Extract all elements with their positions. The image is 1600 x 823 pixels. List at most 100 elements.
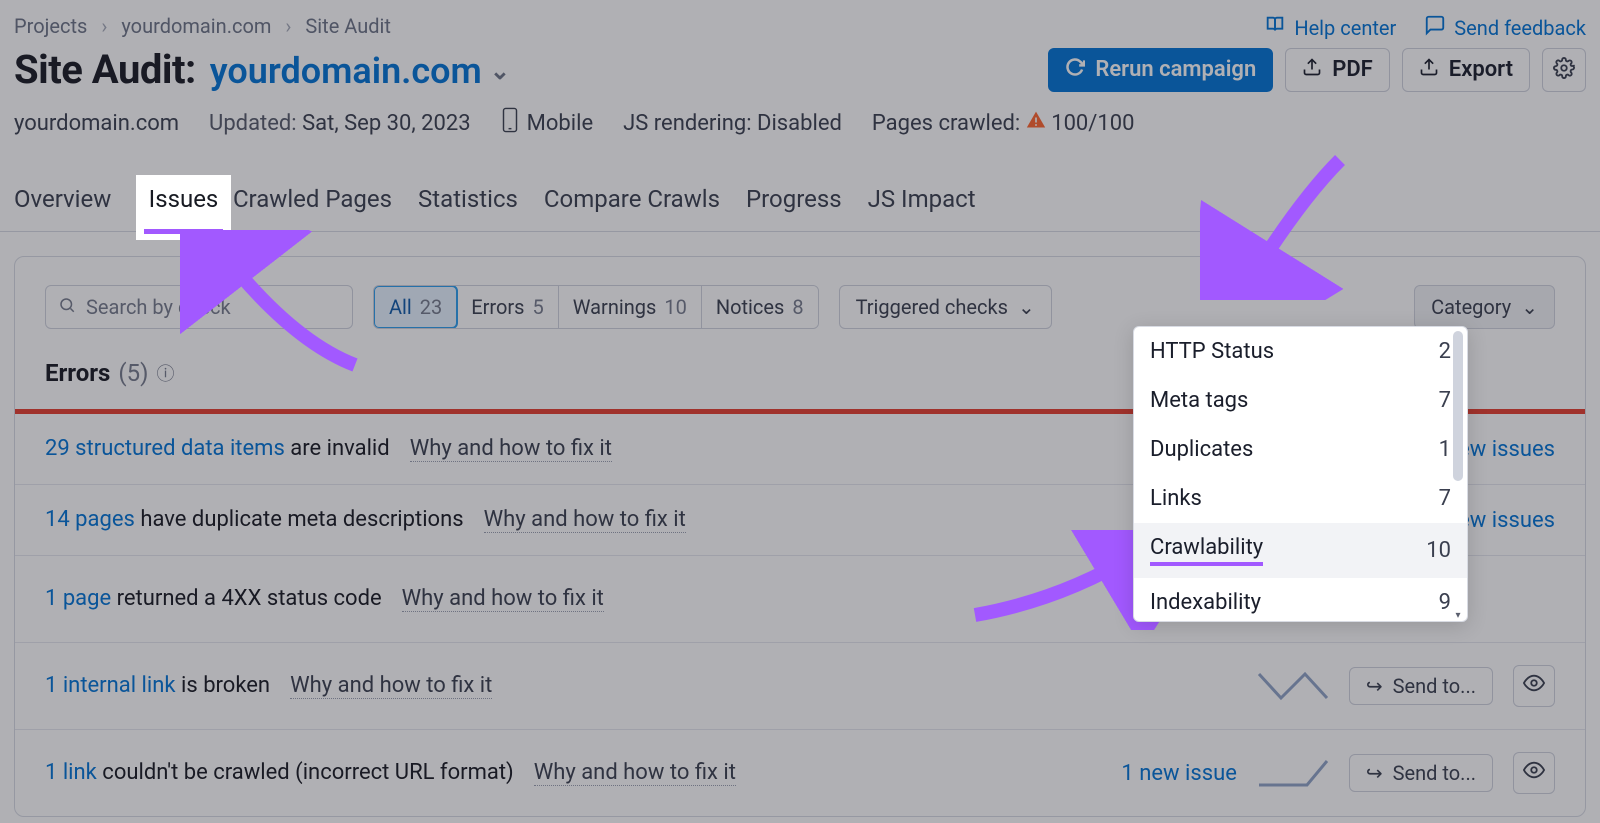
send-feedback-label: Send feedback (1454, 16, 1586, 40)
filter-errors-label: Errors (471, 295, 524, 319)
send-to-label: Send to... (1393, 674, 1476, 698)
hide-button[interactable] (1513, 752, 1555, 794)
pages-crawled-label: Pages crawled: (872, 111, 1020, 136)
category-item-duplicates[interactable]: Duplicates 1 (1134, 425, 1467, 474)
tab-issues-label: Issues (149, 185, 219, 213)
js-rendering: JS rendering: Disabled (623, 111, 842, 136)
tab-progress[interactable]: Progress (746, 179, 842, 231)
send-to-label: Send to... (1393, 761, 1476, 785)
category-item-indexability[interactable]: Indexability 9 (1134, 578, 1467, 621)
why-link[interactable]: Why and how to fix it (402, 586, 604, 612)
page-title: Site Audit: (14, 46, 196, 93)
category-item-label: Meta tags (1150, 388, 1248, 413)
why-link[interactable]: Why and how to fix it (290, 673, 492, 699)
category-scrollbar[interactable]: ▾ (1451, 331, 1465, 617)
share-icon: ↪ (1366, 674, 1383, 698)
domain-selector-label: yourdomain.com (210, 50, 482, 92)
warning-icon (1026, 111, 1051, 136)
why-link[interactable]: Why and how to fix it (534, 760, 736, 786)
filter-notices[interactable]: Notices 8 (702, 286, 818, 328)
breadcrumb-domain[interactable]: yourdomain.com (121, 14, 271, 38)
tab-statistics[interactable]: Statistics (418, 179, 518, 231)
filter-warnings-label: Warnings (573, 295, 657, 319)
category-item-label: HTTP Status (1150, 339, 1274, 364)
upload-icon (1302, 57, 1322, 83)
pdf-button[interactable]: PDF (1285, 48, 1390, 92)
filter-notices-count: 8 (792, 295, 803, 319)
scrollbar-thumb[interactable] (1453, 331, 1463, 481)
pages-crawled-value: 100/100 (1051, 111, 1134, 136)
filter-warnings-count: 10 (664, 295, 686, 319)
chevron-down-icon: ⌄ (490, 57, 510, 85)
search-input[interactable]: Search by check (45, 285, 353, 329)
section-count: (5) (118, 359, 148, 387)
category-item-label: Links (1150, 486, 1202, 511)
category-item-meta-tags[interactable]: Meta tags 7 (1134, 376, 1467, 425)
category-item-label: Duplicates (1150, 437, 1253, 462)
upload-icon (1419, 57, 1439, 83)
breadcrumb-projects[interactable]: Projects (14, 14, 87, 38)
tab-js-impact[interactable]: JS Impact (868, 179, 976, 231)
tab-overview[interactable]: Overview (14, 179, 111, 231)
breadcrumb-current: Site Audit (305, 14, 391, 38)
updated-label: Updated: (209, 111, 297, 136)
triggered-checks-dropdown[interactable]: Triggered checks ⌄ (839, 285, 1052, 329)
category-popup: HTTP Status 2 Meta tags 7 Duplicates 1 L… (1133, 326, 1468, 622)
category-item-crawlability[interactable]: Crawlability 10 (1134, 523, 1467, 578)
refresh-icon (1065, 57, 1085, 83)
category-item-label: Indexability (1150, 590, 1261, 615)
tab-compare-crawls[interactable]: Compare Crawls (544, 179, 720, 231)
pdf-label: PDF (1332, 57, 1373, 82)
filter-warnings[interactable]: Warnings 10 (559, 286, 702, 328)
export-label: Export (1449, 57, 1513, 82)
issue-text: are invalid (290, 436, 389, 461)
issue-link[interactable]: 14 pages (45, 507, 135, 532)
issue-link[interactable]: 29 structured data items (45, 436, 285, 461)
issue-link[interactable]: 1 page (45, 586, 111, 611)
send-feedback-link[interactable]: Send feedback (1424, 14, 1586, 41)
send-to-button[interactable]: ↪ Send to... (1349, 754, 1493, 792)
filter-all-count: 23 (420, 295, 442, 319)
meta-domain: yourdomain.com (14, 111, 179, 136)
severity-filter: All 23 Errors 5 Warnings 10 Notices 8 (373, 285, 819, 329)
section-title: Errors (45, 359, 110, 387)
issue-row: 1 link couldn't be crawled (incorrect UR… (15, 730, 1585, 816)
category-label: Category (1431, 295, 1511, 319)
filter-errors[interactable]: Errors 5 (457, 286, 558, 328)
issue-text: have duplicate meta descriptions (140, 507, 463, 532)
send-to-button[interactable]: ↪ Send to... (1349, 667, 1493, 705)
sparkline (1257, 755, 1329, 791)
new-issues-link[interactable]: 1 new issue (1121, 761, 1236, 786)
chevron-down-icon: ⌄ (1018, 295, 1035, 319)
category-item-label: Crawlability (1150, 535, 1263, 566)
chevron-right-icon: › (285, 14, 291, 38)
category-dropdown[interactable]: Category ⌄ (1414, 285, 1555, 329)
why-link[interactable]: Why and how to fix it (410, 436, 612, 462)
category-item-http-status[interactable]: HTTP Status 2 (1134, 327, 1467, 376)
tab-issues-highlight[interactable]: Issues (136, 175, 231, 240)
category-item-count: 1 (1439, 437, 1451, 462)
updated-value: Sat, Sep 30, 2023 (302, 111, 471, 136)
eye-icon (1523, 672, 1545, 700)
filter-all[interactable]: All 23 (373, 285, 458, 329)
comment-icon (1424, 14, 1446, 41)
info-icon[interactable]: ⓘ (156, 360, 174, 386)
domain-selector[interactable]: yourdomain.com ⌄ (210, 50, 510, 92)
rerun-campaign-button[interactable]: Rerun campaign (1048, 48, 1273, 92)
chevron-right-icon: › (101, 14, 107, 38)
tab-crawled-pages[interactable]: Crawled Pages (233, 179, 392, 231)
gear-icon (1553, 57, 1575, 83)
settings-button[interactable] (1542, 48, 1586, 92)
export-button[interactable]: Export (1402, 48, 1530, 92)
filter-errors-count: 5 (533, 295, 544, 319)
help-center-label: Help center (1294, 16, 1396, 40)
category-item-links[interactable]: Links 7 (1134, 474, 1467, 523)
hide-button[interactable] (1513, 665, 1555, 707)
sparkline (1257, 668, 1329, 704)
help-center-link[interactable]: Help center (1264, 14, 1396, 41)
issue-link[interactable]: 1 link (45, 760, 97, 785)
why-link[interactable]: Why and how to fix it (484, 507, 686, 533)
mobile-icon (501, 107, 519, 139)
tabs: Overview Issues Crawled Pages Statistics… (0, 139, 1600, 232)
issue-link[interactable]: 1 internal link (45, 673, 176, 698)
